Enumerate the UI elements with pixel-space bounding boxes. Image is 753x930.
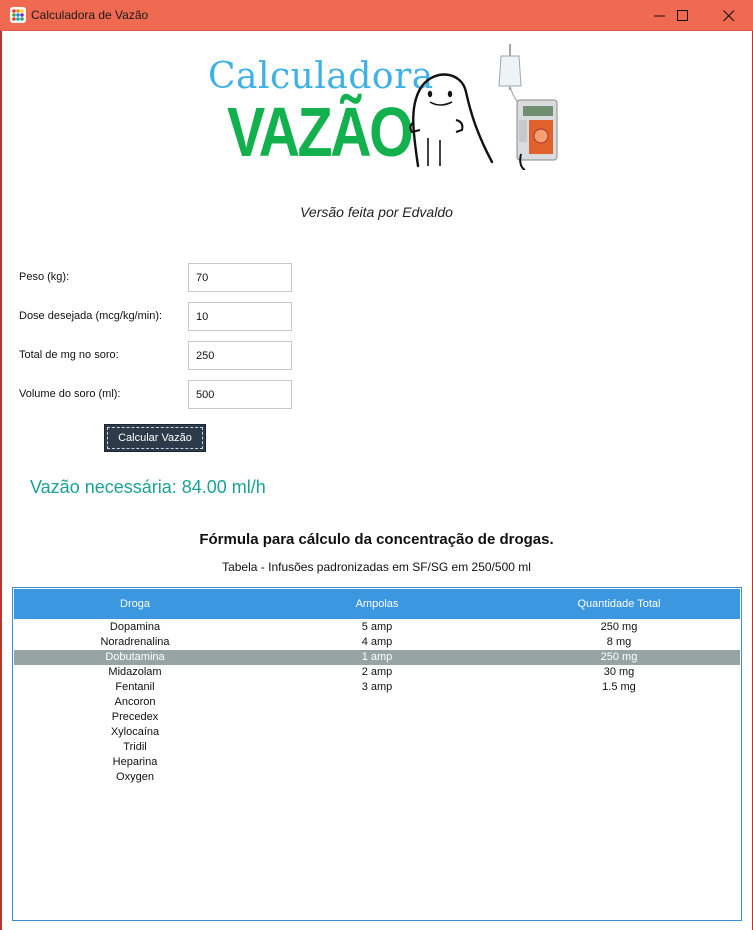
ampoules-cell [256, 770, 498, 785]
drug-cell: Ancoron [114, 696, 156, 708]
total-mg-label: Total de mg no soro: [19, 349, 119, 361]
infusion-pump-illustration [498, 44, 558, 170]
close-icon [723, 10, 735, 22]
table-row[interactable]: Tridil [14, 740, 740, 755]
title-bar[interactable]: Calculadora de Vazão [0, 0, 753, 31]
table-row[interactable]: Dopamina 5 amp 250 mg [14, 620, 740, 635]
table-row[interactable]: Precedex [14, 710, 740, 725]
total-cell: 1.5 mg [602, 681, 636, 693]
table-row[interactable]: Midazolam 2 amp 30 mg [14, 665, 740, 680]
column-header-total[interactable]: Quantidade Total [498, 589, 740, 619]
total-cell [498, 740, 740, 755]
drug-cell: Oxygen [116, 771, 154, 783]
ampoules-cell: 4 amp [361, 636, 393, 648]
ampoules-cell: 1 amp [361, 651, 393, 663]
calculate-button[interactable]: Calcular Vazão [104, 424, 206, 452]
maximize-icon [677, 10, 688, 21]
total-cell: 250 mg [600, 651, 638, 663]
table-row-selected[interactable]: Dobutamina 1 amp 250 mg [14, 650, 740, 665]
drug-cell: Noradrenalina [100, 636, 170, 648]
total-cell [498, 755, 740, 770]
window-title: Calculadora de Vazão [31, 8, 149, 22]
total-cell [498, 710, 740, 725]
table-row[interactable]: Fentanil 3 amp 1.5 mg [14, 680, 740, 695]
window-border-left [0, 0, 2, 930]
table-row[interactable]: Xylocaína [14, 725, 740, 740]
drug-cell: Tridil [123, 741, 147, 753]
volume-label: Volume do soro (ml): [19, 388, 121, 400]
drug-cell: Midazolam [108, 666, 162, 678]
weight-input[interactable] [188, 263, 292, 292]
weight-label: Peso (kg): [19, 271, 70, 283]
column-header-drug[interactable]: Droga [14, 589, 256, 619]
table-row[interactable]: Oxygen [14, 770, 740, 785]
credit-text: Versão feita por Edvaldo [300, 204, 453, 220]
column-header-ampoules[interactable]: Ampolas [256, 589, 498, 619]
table-caption: Tabela - Infusões padronizadas em SF/SG … [222, 560, 531, 574]
total-cell [498, 725, 740, 740]
ampoules-cell [256, 710, 498, 725]
logo-title-vazao: VAZÃO [227, 93, 414, 171]
app-grid-icon [10, 7, 26, 23]
drug-cell: Fentanil [115, 681, 155, 693]
ampoules-cell [256, 740, 498, 755]
total-cell: 250 mg [600, 621, 638, 633]
table-row[interactable]: Ancoron [14, 695, 740, 710]
dose-input[interactable] [188, 302, 292, 331]
total-cell: 8 mg [606, 636, 632, 648]
drug-cell: Xylocaína [110, 726, 160, 738]
ampoules-cell [256, 725, 498, 740]
ampoules-cell [256, 695, 498, 710]
flow-result: Vazão necessária: 84.00 ml/h [30, 477, 266, 497]
table-body: Dopamina 5 amp 250 mg Noradrenalina 4 am… [14, 620, 740, 785]
ampoules-cell: 5 amp [361, 621, 393, 633]
ampoules-cell: 3 amp [361, 681, 393, 693]
table-header: Droga Ampolas Quantidade Total [14, 589, 740, 619]
ampoules-cell [256, 755, 498, 770]
close-button[interactable] [706, 0, 752, 31]
dose-label: Dose desejada (mcg/kg/min): [19, 310, 163, 322]
total-cell: 30 mg [603, 666, 635, 678]
drug-cell: Precedex [111, 711, 159, 723]
volume-input[interactable] [188, 380, 292, 409]
mascot-illustration [409, 73, 494, 168]
drug-cell: Dopamina [109, 621, 161, 633]
table-row[interactable]: Noradrenalina 4 amp 8 mg [14, 635, 740, 650]
drug-cell: Dobutamina [105, 651, 165, 663]
total-cell [498, 695, 740, 710]
maximize-button[interactable] [660, 0, 706, 31]
drug-table[interactable]: Droga Ampolas Quantidade Total Dopamina … [12, 587, 742, 921]
total-cell [498, 770, 740, 785]
table-row[interactable]: Heparina [14, 755, 740, 770]
total-mg-input[interactable] [188, 341, 292, 370]
formula-title: Fórmula para cálculo da concentração de … [199, 531, 554, 548]
ampoules-cell: 2 amp [361, 666, 393, 678]
drug-cell: Heparina [112, 756, 158, 768]
